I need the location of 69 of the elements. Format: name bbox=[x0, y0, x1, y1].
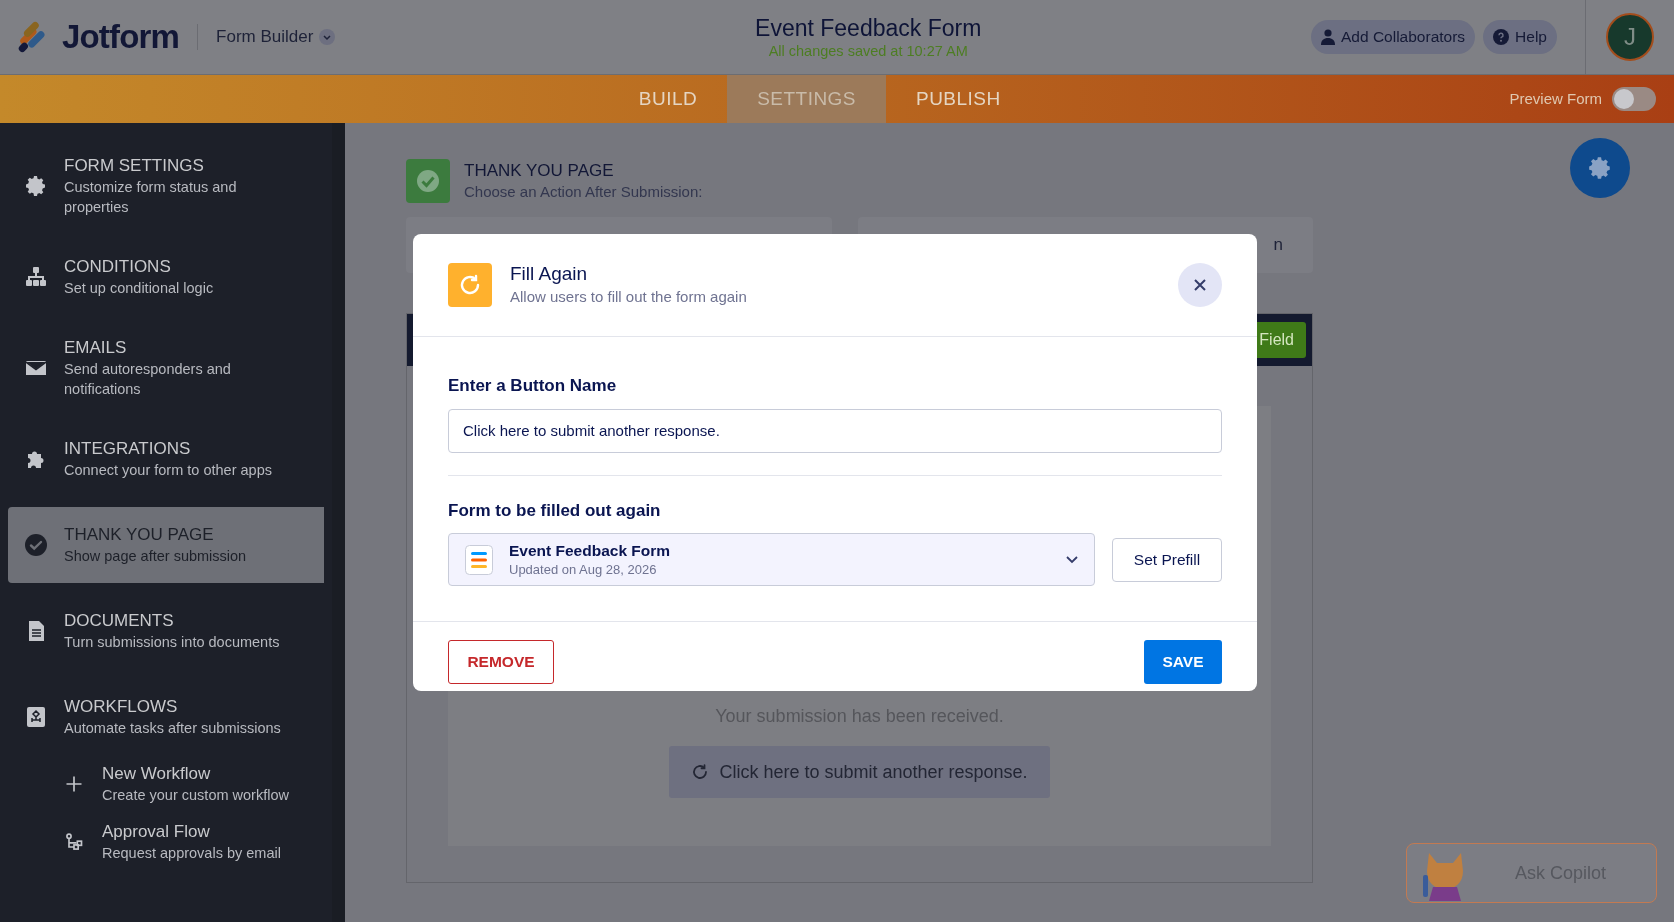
sidebar-item-subtitle: Automate tasks after submissions bbox=[64, 719, 281, 738]
save-status: All changes saved at 10:27 AM bbox=[768, 42, 968, 60]
sidebar-item-title: EMAILS bbox=[64, 337, 128, 359]
field-label: Form to be filled out again bbox=[448, 499, 662, 522]
chevron-down-icon bbox=[319, 29, 336, 45]
sidebar-item-subtitle: Show page after submission bbox=[64, 547, 247, 566]
sidebar-item[interactable]: THANK YOU PAGE Show page after submission bbox=[8, 507, 324, 583]
sidebar-item[interactable]: Approval Flow Request approvals by email bbox=[60, 813, 332, 871]
settings-icon bbox=[24, 174, 48, 198]
chevron-down-icon bbox=[1066, 555, 1078, 564]
submit-another-button[interactable]: Click here to submit another response. bbox=[669, 746, 1050, 798]
check-circle-icon bbox=[24, 533, 48, 557]
sidebar-item-title: CONDITIONS bbox=[64, 256, 172, 278]
form-select[interactable]: Event Feedback Form Updated on Aug 28, 2026 bbox=[448, 533, 1095, 586]
sidebar-item-subtitle: Request approvals by email bbox=[102, 844, 281, 863]
sidebar-item-subtitle: Send autoresponders and notifications bbox=[64, 360, 232, 399]
flow-icon bbox=[64, 832, 84, 852]
check-square-icon bbox=[406, 159, 450, 203]
user-icon bbox=[1321, 29, 1336, 45]
hierarchy-icon bbox=[24, 265, 48, 289]
remove-button[interactable]: REMOVE bbox=[448, 640, 554, 684]
sidebar-item-subtitle: Turn submissions into documents bbox=[64, 633, 280, 652]
sidebar-item-subtitle: Set up conditional logic bbox=[64, 279, 214, 298]
sidebar-item[interactable]: CONDITIONS Set up conditional logic bbox=[8, 239, 324, 315]
form-title: Event Feedback Form bbox=[755, 14, 982, 42]
close-icon bbox=[1194, 279, 1206, 291]
sidebar-item-title: FORM SETTINGS bbox=[64, 155, 205, 177]
help-icon bbox=[1493, 29, 1510, 45]
settings-button[interactable] bbox=[1570, 138, 1630, 198]
user-avatar[interactable]: J bbox=[1606, 13, 1654, 61]
app-switcher[interactable]: Form Builder bbox=[216, 24, 336, 50]
plus-icon bbox=[64, 774, 84, 794]
form-name: Event Feedback Form bbox=[509, 540, 672, 561]
logo-text: Jotform bbox=[62, 17, 180, 58]
refresh-icon bbox=[691, 763, 710, 781]
field-label: Enter a Button Name bbox=[448, 375, 618, 397]
sidebar-item[interactable]: DOCUMENTS Turn submissions into documents bbox=[8, 593, 324, 669]
preview-toggle[interactable] bbox=[1612, 87, 1656, 111]
sidebar-item-title: THANK YOU PAGE bbox=[64, 524, 215, 546]
form-updated-date: Updated on Aug 28, 2026 bbox=[509, 560, 658, 579]
save-button[interactable]: SAVE bbox=[1144, 640, 1222, 684]
sidebar-item-title: INTEGRATIONS bbox=[64, 438, 192, 460]
collaborators-button[interactable]: Add Collaborators bbox=[1311, 20, 1476, 54]
sidebar-item-subtitle: Customize form status and properties bbox=[64, 178, 238, 217]
sidebar-item[interactable]: FORM SETTINGS Customize form status and properties bbox=[8, 143, 324, 229]
sidebar-item[interactable]: New Workflow Create your custom workflow bbox=[60, 755, 332, 813]
sidebar-item-subtitle: Create your custom workflow bbox=[102, 786, 289, 805]
sidebar-item[interactable]: WORKFLOWS Automate tasks after submissions bbox=[8, 679, 324, 755]
sidebar-item-title: Approval Flow bbox=[102, 821, 211, 843]
section-subtitle: Choose an Action After Submission: bbox=[464, 182, 703, 202]
sidebar-item[interactable]: EMAILS Send autoresponders and notifications bbox=[8, 325, 324, 411]
sidebar-item-title: New Workflow bbox=[102, 763, 212, 785]
dialog-title: Fill Again bbox=[510, 262, 589, 286]
settings-icon bbox=[1587, 155, 1613, 181]
section-title: THANK YOU PAGE bbox=[464, 160, 615, 182]
preview-form-label: Preview Form bbox=[1509, 88, 1602, 109]
refresh-icon bbox=[458, 273, 482, 297]
sidebar-item-title: DOCUMENTS bbox=[64, 610, 175, 632]
set-prefill-button[interactable]: Set Prefill bbox=[1112, 537, 1222, 582]
nav-tab[interactable]: PUBLISH bbox=[886, 75, 1031, 123]
workflow-icon bbox=[24, 705, 48, 729]
sidebar-item-subtitle: Connect your form to other apps bbox=[64, 461, 272, 480]
button-name-field[interactable]: Click here to submit another response. bbox=[448, 408, 1222, 453]
sidebar-item-title: WORKFLOWS bbox=[64, 696, 179, 718]
form-icon bbox=[465, 544, 493, 575]
sidebar-item[interactable]: INTEGRATIONS Connect your form to other apps bbox=[8, 421, 324, 497]
close-button[interactable] bbox=[1178, 263, 1222, 307]
dialog-subtitle: Allow users to fill out the form again bbox=[510, 287, 748, 307]
help-button[interactable]: Help bbox=[1483, 20, 1557, 54]
